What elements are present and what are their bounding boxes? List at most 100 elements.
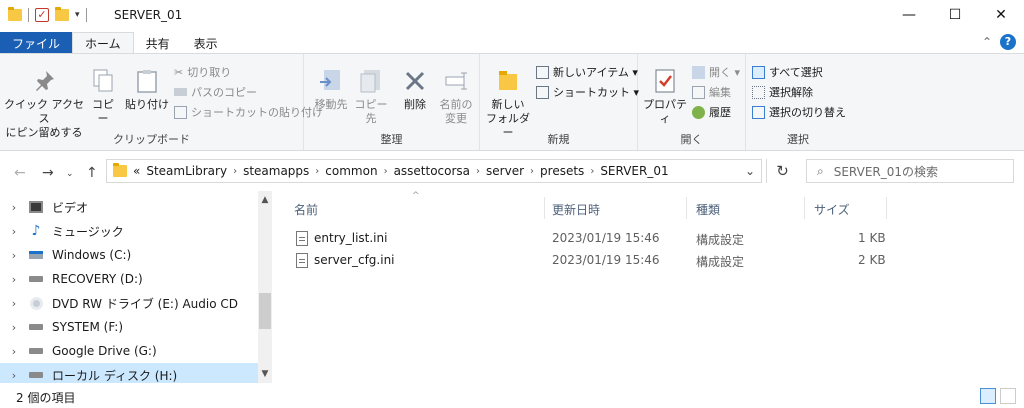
column-divider[interactable] — [686, 197, 687, 219]
select-all-button[interactable]: すべて選択 — [752, 64, 823, 80]
up-arrow-icon[interactable]: ↑ — [86, 165, 98, 181]
address-bar[interactable]: « SteamLibrary › steamapps › common › asset… — [106, 159, 762, 183]
tab-home[interactable]: ホーム — [72, 32, 134, 54]
file-row[interactable]: entry_list.ini 2023/01/19 15:46 構成設定 1 K… — [292, 227, 892, 249]
forward-arrow-icon[interactable]: → — [42, 165, 54, 181]
recent-locations-chevron-icon[interactable]: ⌄ — [66, 169, 74, 179]
scrollbar-thumb[interactable] — [259, 293, 271, 329]
expand-chevron-icon[interactable]: › — [0, 345, 28, 358]
group-label-clipboard: クリップボード — [113, 133, 190, 146]
search-placeholder: SERVER_01の検索 — [833, 164, 939, 179]
select-none-button[interactable]: 選択解除 — [752, 84, 813, 100]
file-modified: 2023/01/19 15:46 — [552, 253, 660, 267]
rename-button[interactable]: 名前の 変更 — [436, 68, 476, 126]
expand-chevron-icon[interactable]: › — [0, 249, 28, 262]
expand-chevron-icon[interactable]: › — [0, 369, 28, 382]
breadcrumb-item[interactable]: common — [325, 164, 377, 178]
window-title: SERVER_01 — [114, 8, 183, 22]
details-view-icon[interactable] — [980, 388, 996, 404]
ini-file-icon — [296, 231, 308, 246]
nav-item-recovery-d[interactable]: › RECOVERY (D:) — [0, 267, 258, 291]
copy-path-button[interactable]: パスのコピー — [174, 84, 257, 100]
navigation-pane: › ビデオ › ♪ ミュージック › Windows (C:) › RECOVE… — [0, 191, 272, 387]
column-divider[interactable] — [804, 197, 805, 219]
nav-item-google-drive-g[interactable]: › Google Drive (G:) — [0, 339, 258, 363]
cut-button[interactable]: ✂ 切り取り — [174, 64, 231, 80]
column-divider[interactable] — [886, 197, 887, 219]
address-dropdown-icon[interactable]: ⌄ — [745, 164, 755, 178]
status-bar: 2 個の項目 — [0, 383, 1024, 408]
new-folder-button[interactable]: 新しい フォルダー — [486, 68, 530, 140]
folder-icon — [8, 7, 22, 21]
paste-button[interactable]: 貼り付け — [124, 68, 170, 112]
properties-check-icon[interactable]: ✓ — [35, 8, 49, 22]
column-header-size[interactable]: サイズ — [814, 201, 850, 218]
file-row[interactable]: server_cfg.ini 2023/01/19 15:46 構成設定 2 K… — [292, 249, 892, 271]
breadcrumb-chevron-icon[interactable]: › — [315, 166, 319, 177]
maximize-button[interactable]: ☐ — [932, 0, 978, 30]
breadcrumb-item[interactable]: SteamLibrary — [146, 164, 227, 178]
new-item-button[interactable]: 新しいアイテム ▾ — [536, 64, 638, 80]
ribbon-collapse-icon[interactable]: ⌃ — [982, 35, 992, 49]
select-group: すべて選択 選択解除 選択の切り替え 選択 — [746, 54, 850, 150]
history-button[interactable]: 履歴 — [692, 104, 731, 120]
refresh-button[interactable]: ↻ — [766, 159, 798, 183]
close-button[interactable]: ✕ — [978, 0, 1024, 30]
invert-selection-button[interactable]: 選択の切り替え — [752, 104, 846, 120]
easy-access-button[interactable]: ショートカット ▾ — [536, 84, 639, 100]
nav-scrollbar[interactable]: ▲ ▼ — [258, 191, 272, 383]
column-header-type[interactable]: 種類 — [696, 201, 720, 218]
tab-view[interactable]: 表示 — [182, 32, 230, 54]
pin-quick-access-button[interactable]: クイック アクセス にピン留めする — [4, 68, 84, 140]
music-icon: ♪ — [31, 223, 41, 239]
breadcrumb-item[interactable]: server — [486, 164, 524, 178]
help-icon[interactable]: ? — [1000, 34, 1016, 50]
nav-item-system-f[interactable]: › SYSTEM (F:) — [0, 315, 258, 339]
expand-chevron-icon[interactable]: › — [0, 273, 28, 286]
breadcrumb-item[interactable]: SERVER_01 — [600, 164, 668, 178]
paste-shortcut-button[interactable]: ショートカットの貼り付け — [174, 104, 323, 120]
nav-item-videos[interactable]: › ビデオ — [0, 195, 258, 219]
expand-chevron-icon[interactable]: › — [0, 297, 28, 310]
expand-chevron-icon[interactable]: › — [0, 225, 28, 238]
minimize-button[interactable]: — — [886, 0, 932, 30]
rename-icon — [445, 72, 467, 90]
column-header-modified[interactable]: 更新日時 — [552, 201, 600, 218]
copy-button[interactable]: コピー — [88, 68, 118, 126]
expand-chevron-icon[interactable]: › — [0, 201, 28, 214]
breadcrumb-overflow[interactable]: « — [133, 164, 140, 178]
back-arrow-icon[interactable]: ← — [14, 165, 26, 181]
open-button[interactable]: 開く ▾ — [692, 64, 740, 80]
new-folder-icon[interactable] — [55, 7, 69, 21]
breadcrumb-chevron-icon[interactable]: › — [233, 166, 237, 177]
copy-to-button[interactable]: コピー先 — [352, 68, 390, 126]
breadcrumb-chevron-icon[interactable]: › — [384, 166, 388, 177]
edit-button[interactable]: 編集 — [692, 84, 731, 100]
group-label-new: 新規 — [547, 133, 570, 146]
breadcrumb-chevron-icon[interactable]: › — [590, 166, 594, 177]
move-to-button[interactable]: 移動先 — [312, 68, 350, 112]
nav-item-windows-c[interactable]: › Windows (C:) — [0, 243, 258, 267]
expand-chevron-icon[interactable]: › — [0, 321, 28, 334]
open-group: プロパティ 開く ▾ 編集 履歴 開く — [638, 54, 746, 150]
search-input[interactable]: ⌕ SERVER_01の検索 — [806, 159, 1014, 183]
tab-file[interactable]: ファイル — [0, 32, 73, 54]
scroll-up-icon[interactable]: ▲ — [258, 195, 272, 205]
windows-drive-icon — [28, 248, 44, 262]
breadcrumb-item[interactable]: presets — [540, 164, 584, 178]
tab-share[interactable]: 共有 — [134, 32, 182, 54]
nav-item-music[interactable]: › ♪ ミュージック — [0, 219, 258, 243]
breadcrumb-chevron-icon[interactable]: › — [530, 166, 534, 177]
customize-dropdown-icon[interactable]: ▾ — [75, 10, 80, 20]
properties-button[interactable]: プロパティ — [642, 68, 688, 126]
scroll-down-icon[interactable]: ▼ — [258, 369, 272, 379]
nav-item-dvd-e[interactable]: › DVD RW ドライブ (E:) Audio CD — [0, 291, 258, 315]
large-icons-view-icon[interactable] — [1000, 388, 1016, 404]
breadcrumb-item[interactable]: steamapps — [243, 164, 309, 178]
column-header-name[interactable]: 名前 — [294, 201, 318, 218]
breadcrumb-chevron-icon[interactable]: › — [476, 166, 480, 177]
delete-button[interactable]: 削除 — [396, 68, 434, 112]
column-divider[interactable] — [544, 197, 545, 219]
title-bar: ✓ ▾ SERVER_01 — ☐ ✕ — [0, 0, 1024, 32]
breadcrumb-item[interactable]: assettocorsa — [394, 164, 470, 178]
